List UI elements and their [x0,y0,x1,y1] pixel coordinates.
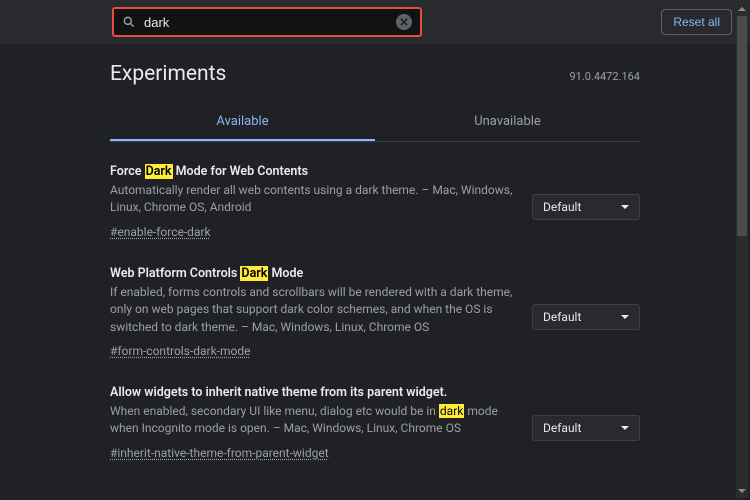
scroll-down-icon[interactable] [738,487,746,495]
scroll-thumb[interactable] [737,16,747,236]
experiment-hash-link[interactable]: #form-controls-dark-mode [110,344,250,358]
header-bar: Reset all [0,0,750,44]
content-area: Experiments 91.0.4472.164 Available Unav… [0,44,750,500]
scroll-up-icon[interactable] [738,5,746,13]
experiment-title: Allow widgets to inherit native theme fr… [110,385,514,400]
experiment-row: Force Dark Mode for Web Contents Automat… [110,164,640,240]
experiment-hash-link[interactable]: #enable-force-dark [110,225,211,239]
tab-unavailable[interactable]: Unavailable [375,104,640,141]
highlight: Dark [145,164,173,179]
chevron-down-icon [621,205,629,209]
experiment-description: When enabled, secondary UI like menu, di… [110,403,514,438]
experiment-hash-link[interactable]: #inherit-native-theme-from-parent-widget [110,446,329,460]
experiment-title: Force Dark Mode for Web Contents [110,164,514,179]
experiment-title: Web Platform Controls Dark Mode [110,266,514,281]
clear-search-button[interactable] [396,14,412,30]
highlight: dark [439,404,464,418]
experiment-row: Web Platform Controls Dark Mode If enabl… [110,266,640,359]
search-icon [122,15,136,29]
search-field[interactable] [112,7,422,37]
chevron-down-icon [621,315,629,319]
page-title: Experiments [110,62,226,86]
experiment-row: Allow widgets to inherit native theme fr… [110,385,640,461]
search-input[interactable] [144,15,388,30]
reset-all-button[interactable]: Reset all [661,9,732,35]
select-value: Default [543,310,581,324]
experiment-description: If enabled, forms controls and scrollbar… [110,284,514,336]
select-value: Default [543,200,581,214]
experiment-select[interactable]: Default [532,415,640,441]
experiment-select[interactable]: Default [532,304,640,330]
tabs: Available Unavailable [110,104,640,142]
tab-available[interactable]: Available [110,104,375,141]
experiment-description: Automatically render all web contents us… [110,182,514,217]
highlight: Dark [240,266,268,281]
scrollbar[interactable] [736,2,748,498]
experiment-select[interactable]: Default [532,194,640,220]
chevron-down-icon [621,426,629,430]
version-label: 91.0.4472.164 [569,70,640,83]
select-value: Default [543,421,581,435]
